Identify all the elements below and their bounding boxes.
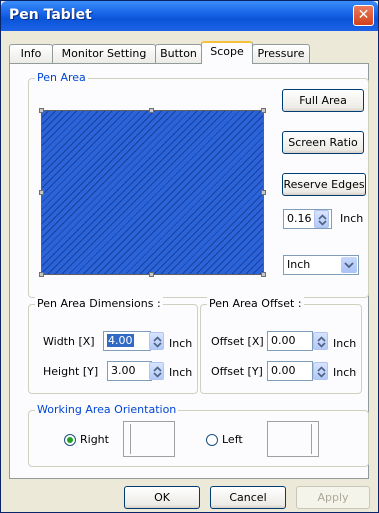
- orientation-right-radio[interactable]: [64, 434, 76, 446]
- width-label: Width [X]: [43, 335, 95, 348]
- pen-tablet-window: Pen Tablet ✕ Info Monitor Setting Button…: [0, 0, 379, 513]
- reserve-edges-button[interactable]: Reserve Edges: [282, 173, 366, 196]
- height-unit-label: Inch: [169, 366, 193, 379]
- resize-handle-bottom-left[interactable]: [39, 272, 44, 277]
- offset-y-field[interactable]: 0.00: [267, 361, 313, 381]
- offset-x-value: 0.00: [271, 334, 296, 347]
- height-field[interactable]: 3.00: [107, 361, 152, 381]
- preview-divider: [311, 424, 312, 454]
- window-title: Pen Tablet: [9, 7, 92, 23]
- tab-monitor-setting[interactable]: Monitor Setting: [52, 44, 156, 63]
- orientation-legend: Working Area Orientation: [35, 403, 179, 416]
- offset-x-unit-label: Inch: [333, 337, 357, 350]
- height-value: 3.00: [111, 364, 136, 377]
- height-label: Height [Y]: [43, 365, 99, 378]
- cancel-button[interactable]: Cancel: [210, 486, 286, 509]
- width-unit-label: Inch: [169, 337, 193, 350]
- unit-select[interactable]: Inch: [283, 255, 359, 275]
- orientation-right-preview: [123, 421, 175, 457]
- offset-y-label: Offset [Y]: [211, 365, 263, 378]
- tab-scope[interactable]: Scope: [201, 41, 253, 64]
- ok-button[interactable]: OK: [124, 486, 200, 509]
- pen-area-dimensions-legend: Pen Area Dimensions :: [35, 297, 163, 310]
- unit-select-value: Inch: [287, 258, 311, 271]
- width-field[interactable]: 4.00: [103, 331, 151, 351]
- offset-x-field[interactable]: 0.00: [267, 331, 313, 351]
- tab-pressure[interactable]: Pressure: [252, 44, 310, 63]
- resize-handle-bottom-right[interactable]: [261, 272, 266, 277]
- edge-unit-label: Inch: [340, 212, 364, 225]
- resize-handle-top-right[interactable]: [261, 108, 266, 113]
- pen-area-legend: Pen Area: [35, 71, 88, 84]
- tab-info[interactable]: Info: [9, 44, 53, 63]
- orientation-left-radio[interactable]: [206, 434, 218, 446]
- offset-x-label: Offset [X]: [211, 335, 264, 348]
- spin-arrows-icon: [318, 214, 327, 226]
- screen-ratio-button[interactable]: Screen Ratio: [282, 131, 364, 154]
- offset-x-spinner[interactable]: [313, 332, 328, 350]
- spin-arrows-icon: [153, 366, 162, 378]
- spin-arrows-icon: [317, 366, 326, 378]
- height-spinner[interactable]: [149, 362, 164, 380]
- orientation-left-preview: [267, 421, 319, 457]
- preview-divider: [130, 424, 131, 454]
- offset-y-value: 0.00: [271, 364, 296, 377]
- resize-handle-bottom[interactable]: [149, 272, 154, 277]
- dropdown-arrow[interactable]: [341, 257, 357, 273]
- width-value: 4.00: [107, 334, 134, 347]
- spin-arrows-icon: [317, 336, 326, 348]
- orientation-left-label[interactable]: Left: [222, 433, 243, 446]
- width-spinner[interactable]: [149, 332, 164, 350]
- close-button[interactable]: ✕: [353, 5, 374, 26]
- resize-handle-top[interactable]: [149, 108, 154, 113]
- orientation-right-label[interactable]: Right: [80, 433, 109, 446]
- edge-value-spinner[interactable]: [314, 210, 329, 228]
- resize-handle-left[interactable]: [39, 190, 44, 195]
- resize-handle-top-left[interactable]: [39, 108, 44, 113]
- pen-area-preview[interactable]: [39, 108, 266, 277]
- pen-area-offset-legend: Pen Area Offset :: [207, 297, 304, 310]
- offset-y-unit-label: Inch: [333, 366, 357, 379]
- offset-y-spinner[interactable]: [313, 362, 328, 380]
- chevron-down-icon: [344, 262, 354, 268]
- title-bar[interactable]: Pen Tablet ✕: [1, 1, 378, 31]
- radio-selected-dot: [67, 437, 73, 443]
- close-icon: ✕: [357, 7, 370, 23]
- full-area-button[interactable]: Full Area: [282, 89, 364, 112]
- apply-button[interactable]: Apply: [296, 486, 370, 509]
- spin-arrows-icon: [153, 336, 162, 348]
- tab-button[interactable]: Button: [155, 44, 202, 63]
- resize-handle-right[interactable]: [261, 190, 266, 195]
- edge-value-text: 0.16: [287, 212, 312, 225]
